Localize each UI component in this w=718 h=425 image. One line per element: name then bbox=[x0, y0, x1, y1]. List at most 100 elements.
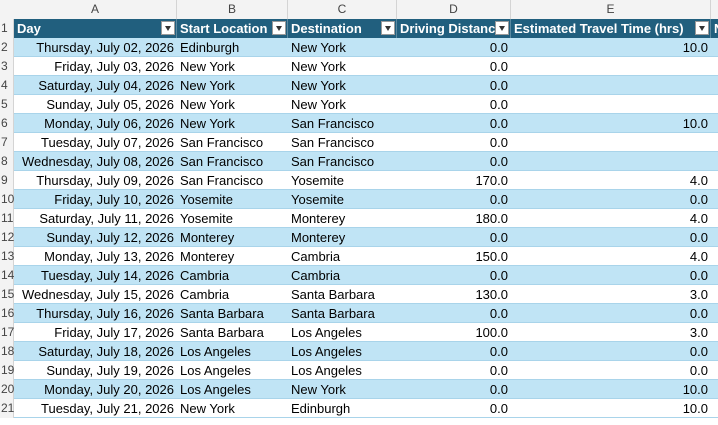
cell-destination[interactable]: Edinburgh bbox=[288, 399, 397, 418]
cell-destination[interactable]: Los Angeles bbox=[288, 323, 397, 342]
cell-next[interactable] bbox=[711, 380, 718, 399]
cell-start-location[interactable]: Edinburgh bbox=[177, 38, 288, 57]
cell-day[interactable]: Saturday, July 11, 2026 bbox=[14, 209, 177, 228]
cell-destination[interactable]: Monterey bbox=[288, 228, 397, 247]
cell-driving-distance[interactable]: 0.0 bbox=[397, 76, 511, 95]
cell-next[interactable] bbox=[711, 304, 718, 323]
cell-next[interactable] bbox=[711, 95, 718, 114]
row-number[interactable]: 4 bbox=[0, 76, 14, 95]
cell-destination[interactable]: San Francisco bbox=[288, 133, 397, 152]
cell-driving-distance[interactable]: 0.0 bbox=[397, 304, 511, 323]
row-number[interactable]: 16 bbox=[0, 304, 14, 323]
cell-destination[interactable]: New York bbox=[288, 380, 397, 399]
cell-day[interactable]: Saturday, July 04, 2026 bbox=[14, 76, 177, 95]
cell-driving-distance[interactable]: 0.0 bbox=[397, 57, 511, 76]
cell-driving-distance[interactable]: 150.0 bbox=[397, 247, 511, 266]
cell-destination[interactable]: Santa Barbara bbox=[288, 304, 397, 323]
cell-driving-distance[interactable]: 0.0 bbox=[397, 38, 511, 57]
filter-dropdown-start[interactable] bbox=[272, 21, 286, 35]
cell-next[interactable] bbox=[711, 266, 718, 285]
cell-driving-distance[interactable]: 0.0 bbox=[397, 266, 511, 285]
cell-destination[interactable]: Yosemite bbox=[288, 190, 397, 209]
row-number[interactable]: 17 bbox=[0, 323, 14, 342]
cell-travel-time[interactable]: 0.0 bbox=[511, 342, 711, 361]
cell-start-location[interactable]: Santa Barbara bbox=[177, 304, 288, 323]
cell-start-location[interactable]: New York bbox=[177, 57, 288, 76]
cell-day[interactable]: Sunday, July 05, 2026 bbox=[14, 95, 177, 114]
cell-driving-distance[interactable]: 0.0 bbox=[397, 228, 511, 247]
cell-start-location[interactable]: Yosemite bbox=[177, 209, 288, 228]
cell-start-location[interactable]: Cambria bbox=[177, 266, 288, 285]
cell-next[interactable] bbox=[711, 190, 718, 209]
cell-start-location[interactable]: Santa Barbara bbox=[177, 323, 288, 342]
cell-travel-time[interactable]: 4.0 bbox=[511, 209, 711, 228]
row-number[interactable]: 15 bbox=[0, 285, 14, 304]
cell-driving-distance[interactable]: 0.0 bbox=[397, 190, 511, 209]
cell-travel-time[interactable]: 0.0 bbox=[511, 190, 711, 209]
filter-dropdown-day[interactable] bbox=[161, 21, 175, 35]
cell-day[interactable]: Friday, July 17, 2026 bbox=[14, 323, 177, 342]
cell-travel-time[interactable]: 10.0 bbox=[511, 380, 711, 399]
row-number[interactable]: 13 bbox=[0, 247, 14, 266]
cell-next[interactable] bbox=[711, 152, 718, 171]
cell-driving-distance[interactable]: 0.0 bbox=[397, 342, 511, 361]
row-number[interactable]: 19 bbox=[0, 361, 14, 380]
cell-travel-time[interactable] bbox=[511, 95, 711, 114]
cell-destination[interactable]: San Francisco bbox=[288, 114, 397, 133]
column-header-b[interactable]: B bbox=[177, 0, 288, 19]
cell-start-location[interactable]: Cambria bbox=[177, 285, 288, 304]
row-number[interactable]: 7 bbox=[0, 133, 14, 152]
cell-driving-distance[interactable]: 0.0 bbox=[397, 399, 511, 418]
column-header-a[interactable]: A bbox=[14, 0, 177, 19]
cell-next[interactable] bbox=[711, 399, 718, 418]
row-number[interactable]: 5 bbox=[0, 95, 14, 114]
row-number[interactable]: 14 bbox=[0, 266, 14, 285]
cell-driving-distance[interactable]: 170.0 bbox=[397, 171, 511, 190]
cell-start-location[interactable]: San Francisco bbox=[177, 133, 288, 152]
cell-driving-distance[interactable]: 0.0 bbox=[397, 380, 511, 399]
cell-day[interactable]: Tuesday, July 14, 2026 bbox=[14, 266, 177, 285]
row-number[interactable]: 11 bbox=[0, 209, 14, 228]
row-number[interactable]: 8 bbox=[0, 152, 14, 171]
row-number[interactable]: 3 bbox=[0, 57, 14, 76]
cell-destination[interactable]: Monterey bbox=[288, 209, 397, 228]
cell-driving-distance[interactable]: 0.0 bbox=[397, 114, 511, 133]
cell-start-location[interactable]: New York bbox=[177, 114, 288, 133]
filter-dropdown-distance[interactable] bbox=[495, 21, 509, 35]
cell-driving-distance[interactable]: 0.0 bbox=[397, 133, 511, 152]
filter-dropdown-destination[interactable] bbox=[381, 21, 395, 35]
cell-next[interactable] bbox=[711, 323, 718, 342]
cell-start-location[interactable]: New York bbox=[177, 95, 288, 114]
cell-day[interactable]: Tuesday, July 21, 2026 bbox=[14, 399, 177, 418]
cell-travel-time[interactable]: 0.0 bbox=[511, 304, 711, 323]
row-number[interactable]: 9 bbox=[0, 171, 14, 190]
cell-day[interactable]: Thursday, July 02, 2026 bbox=[14, 38, 177, 57]
cell-day[interactable]: Friday, July 10, 2026 bbox=[14, 190, 177, 209]
cell-start-location[interactable]: Monterey bbox=[177, 228, 288, 247]
cell-next[interactable] bbox=[711, 342, 718, 361]
row-number[interactable]: 1 bbox=[0, 19, 14, 38]
cell-travel-time[interactable] bbox=[511, 133, 711, 152]
cell-next[interactable] bbox=[711, 57, 718, 76]
cell-start-location[interactable]: San Francisco bbox=[177, 152, 288, 171]
cell-travel-time[interactable] bbox=[511, 57, 711, 76]
cell-destination[interactable]: New York bbox=[288, 95, 397, 114]
cell-driving-distance[interactable]: 0.0 bbox=[397, 95, 511, 114]
cell-travel-time[interactable]: 3.0 bbox=[511, 323, 711, 342]
header-cell-travel-time[interactable]: Estimated Travel Time (hrs) bbox=[511, 19, 711, 38]
cell-next[interactable] bbox=[711, 114, 718, 133]
cell-start-location[interactable]: Los Angeles bbox=[177, 361, 288, 380]
cell-travel-time[interactable]: 3.0 bbox=[511, 285, 711, 304]
cell-day[interactable]: Tuesday, July 07, 2026 bbox=[14, 133, 177, 152]
cell-next[interactable] bbox=[711, 247, 718, 266]
cell-travel-time[interactable]: 0.0 bbox=[511, 228, 711, 247]
cell-start-location[interactable]: Los Angeles bbox=[177, 342, 288, 361]
cell-travel-time[interactable]: 4.0 bbox=[511, 247, 711, 266]
cell-travel-time[interactable]: 0.0 bbox=[511, 266, 711, 285]
column-header-e[interactable]: E bbox=[511, 0, 711, 19]
column-header-d[interactable]: D bbox=[397, 0, 511, 19]
row-number[interactable]: 18 bbox=[0, 342, 14, 361]
cell-start-location[interactable]: Los Angeles bbox=[177, 380, 288, 399]
cell-destination[interactable]: San Francisco bbox=[288, 152, 397, 171]
cell-driving-distance[interactable]: 130.0 bbox=[397, 285, 511, 304]
